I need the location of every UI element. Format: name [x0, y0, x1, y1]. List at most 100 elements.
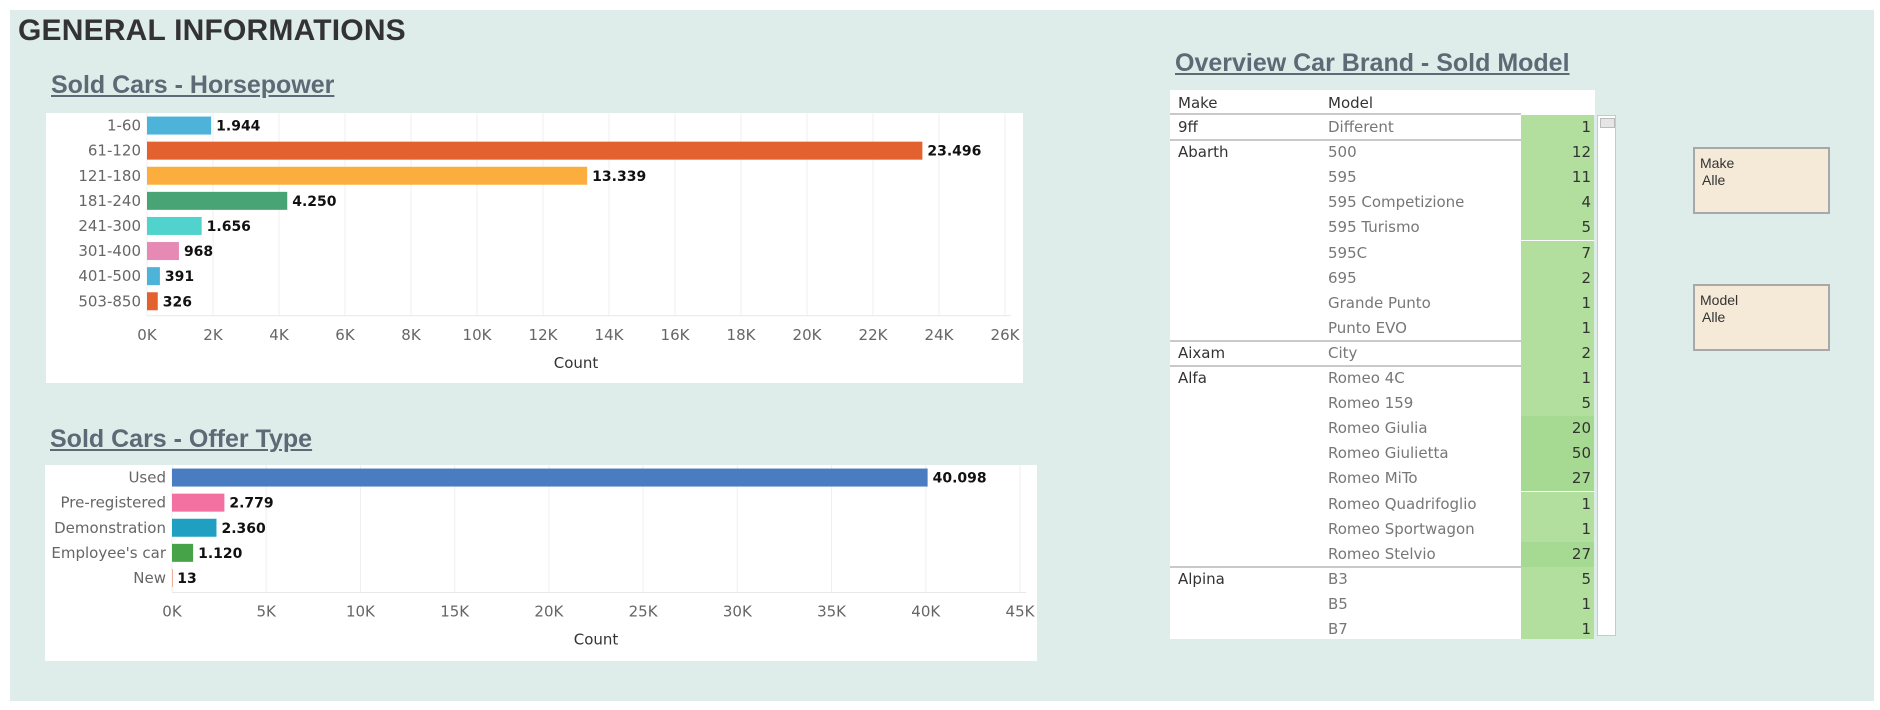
- model-cell: 595: [1328, 168, 1357, 187]
- model-cell: 500: [1328, 143, 1357, 162]
- count-value: 1: [1581, 620, 1591, 638]
- table-row[interactable]: Romeo Sportwagon 1: [1170, 516, 1594, 542]
- bar[interactable]: [147, 292, 158, 311]
- table-row[interactable]: Abarth 500 12: [1170, 140, 1594, 166]
- count-cell: 5: [1521, 391, 1594, 417]
- tick-label: 15K: [440, 603, 470, 621]
- bar[interactable]: [147, 216, 202, 235]
- value-label: 1.944: [216, 119, 261, 135]
- model-filter[interactable]: Model Alle: [1693, 284, 1830, 351]
- bar[interactable]: [147, 191, 288, 210]
- bar[interactable]: [147, 116, 212, 135]
- category-label: 121-180: [78, 167, 141, 185]
- table-row[interactable]: Romeo Quadrifoglio 1: [1170, 491, 1594, 517]
- bar[interactable]: [147, 141, 923, 160]
- count-cell: 5: [1521, 215, 1594, 241]
- horsepower-chart: 1-60 1.944 61-120 23.496 121-180 13.339 181-24…: [78, 107, 1021, 372]
- model-cell: Grande Punto: [1328, 293, 1431, 312]
- tick-label: 35K: [817, 603, 847, 621]
- bar[interactable]: [172, 518, 217, 537]
- count-cell: 50: [1521, 441, 1594, 467]
- model-cell: Romeo MiTo: [1328, 469, 1418, 488]
- tick-label: 22K: [859, 326, 889, 344]
- value-label: 391: [165, 269, 194, 285]
- count-value: 50: [1571, 444, 1591, 463]
- table-row[interactable]: B5 1: [1170, 591, 1594, 617]
- table-row[interactable]: 9ff Different 1: [1170, 115, 1594, 140]
- category-label: 301-400: [78, 242, 141, 260]
- bar[interactable]: [147, 166, 588, 185]
- model-cell: Romeo 4C: [1328, 369, 1405, 387]
- table-row[interactable]: 595C 7: [1170, 240, 1594, 266]
- table-row[interactable]: 695 2: [1170, 265, 1594, 291]
- table-scrollbar[interactable]: [1597, 115, 1616, 636]
- horsepower-chart-panel: 1-60 1.944 61-120 23.496 121-180 13.339 181-24…: [46, 107, 1023, 383]
- table-row[interactable]: Alpina B3 5: [1170, 566, 1594, 592]
- category-label: 503-850: [78, 292, 141, 310]
- count-value: 5: [1581, 394, 1591, 413]
- model-cell: 595 Turismo: [1328, 218, 1420, 237]
- count-cell: 20: [1521, 416, 1594, 442]
- bar[interactable]: [147, 267, 160, 286]
- model-cell: 595 Competizione: [1328, 193, 1465, 212]
- table-row[interactable]: 595 Turismo 5: [1170, 215, 1594, 241]
- make-cell: Aixam: [1178, 343, 1226, 362]
- x-axis-label: Count: [574, 631, 619, 649]
- count-value: 1: [1581, 293, 1591, 312]
- count-cell: 5: [1521, 566, 1594, 592]
- x-axis-label: Count: [554, 354, 599, 372]
- model-cell: Romeo Stelvio: [1328, 544, 1436, 563]
- page-title: GENERAL INFORMATIONS: [18, 14, 406, 47]
- make-cell: Alfa: [1178, 369, 1207, 387]
- count-cell: 1: [1521, 617, 1594, 639]
- table-row[interactable]: 595 11: [1170, 165, 1594, 191]
- value-label: 326: [163, 294, 192, 310]
- table-row[interactable]: B7 1: [1170, 617, 1594, 639]
- bar[interactable]: [172, 543, 194, 562]
- make-cell: Alpina: [1178, 569, 1225, 588]
- table-row[interactable]: Romeo MiTo 27: [1170, 466, 1594, 492]
- make-filter[interactable]: Make Alle: [1693, 147, 1830, 214]
- model-filter-value[interactable]: Alle: [1702, 309, 1725, 325]
- tick-label: 16K: [661, 326, 691, 344]
- tick-label: 2K: [203, 326, 224, 344]
- make-cell: Abarth: [1178, 143, 1229, 162]
- bar[interactable]: [172, 468, 928, 487]
- model-cell: 695: [1328, 268, 1357, 287]
- count-cell: 27: [1521, 541, 1594, 567]
- model-cell: B3: [1328, 569, 1348, 588]
- horsepower-chart-title: Sold Cars - Horsepower: [51, 71, 335, 99]
- bar[interactable]: [147, 242, 179, 261]
- category-label: Pre-registered: [60, 494, 166, 512]
- category-label: 181-240: [78, 192, 141, 210]
- category-label: 61-120: [88, 142, 141, 160]
- count-value: 27: [1571, 469, 1591, 488]
- count-cell: 11: [1521, 165, 1594, 191]
- model-cell: Romeo 159: [1328, 394, 1414, 413]
- tick-label: 12K: [529, 326, 559, 344]
- table-body[interactable]: 9ff Different 1 Abarth 500 12 595 11 595 Competi…: [1170, 115, 1594, 639]
- table-row[interactable]: Grande Punto 1: [1170, 290, 1594, 316]
- table-row[interactable]: Romeo Giulietta 50: [1170, 441, 1594, 467]
- count-cell: 1: [1521, 491, 1594, 517]
- table-row[interactable]: Romeo Stelvio 27: [1170, 541, 1594, 567]
- scrollbar-thumb[interactable]: [1600, 118, 1615, 128]
- model-cell: 595C: [1328, 243, 1368, 262]
- value-label: 23.496: [927, 144, 981, 160]
- bar[interactable]: [172, 568, 173, 587]
- bar[interactable]: [172, 493, 225, 512]
- header-make: Make: [1178, 94, 1218, 112]
- tick-label: 18K: [727, 326, 757, 344]
- count-cell: 1: [1521, 366, 1594, 391]
- model-cell: Romeo Quadrifoglio: [1328, 494, 1477, 513]
- table-row[interactable]: Romeo 159 5: [1170, 391, 1594, 417]
- make-filter-value[interactable]: Alle: [1702, 172, 1725, 188]
- table-row[interactable]: Punto EVO 1: [1170, 315, 1594, 341]
- table-row[interactable]: 595 Competizione 4: [1170, 190, 1594, 216]
- table-row[interactable]: Aixam City 2: [1170, 340, 1594, 366]
- value-label: 1.656: [207, 219, 251, 235]
- model-cell: Punto EVO: [1328, 318, 1407, 337]
- table-row[interactable]: Romeo Giulia 20: [1170, 416, 1594, 442]
- tick-label: 4K: [269, 326, 290, 344]
- table-row[interactable]: Alfa Romeo 4C 1: [1170, 366, 1594, 391]
